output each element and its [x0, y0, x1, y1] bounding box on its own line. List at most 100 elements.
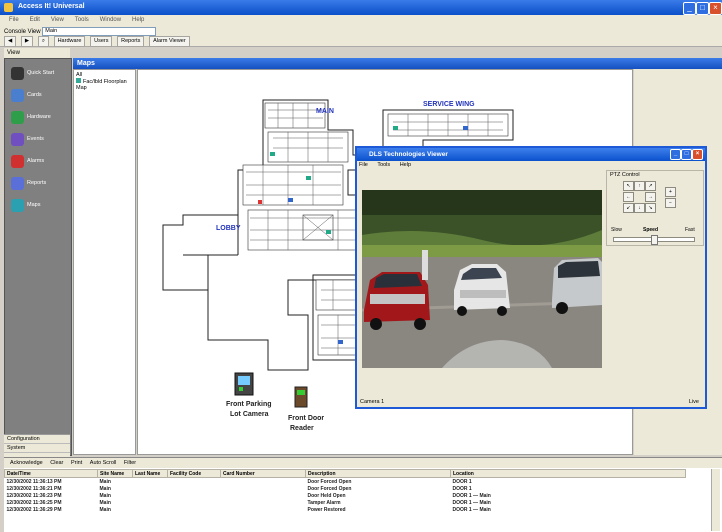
nav-item-reports[interactable]: Reports — [11, 175, 69, 193]
table-cell — [168, 492, 221, 499]
table-cell: 12/30/2002 11:36:23 PM — [6, 492, 62, 499]
table-cell: DOOR 1 — [452, 478, 472, 485]
table-cell — [221, 506, 306, 513]
reports-icon — [11, 177, 24, 190]
reader-label-line1: Front Door — [288, 415, 324, 422]
menu-help[interactable]: Help — [132, 15, 144, 26]
menu-window[interactable]: Window — [100, 15, 121, 26]
reports-button[interactable]: Reports — [117, 36, 145, 47]
nav-item-hardware[interactable]: Hardware — [11, 109, 69, 127]
viewer-menu-tools[interactable]: Tools — [377, 162, 390, 168]
col-description[interactable]: Description — [305, 469, 451, 478]
acknowledge-button[interactable]: Acknowledge — [10, 460, 43, 466]
col-datetime[interactable]: Date/Time — [4, 469, 98, 478]
event-table-header: Date/Time Site Name Last Name Facility C… — [4, 469, 686, 478]
filter-button[interactable]: Filter — [124, 460, 136, 466]
table-cell: DOOR 1 — [452, 485, 472, 492]
clear-button[interactable]: Clear — [50, 460, 63, 466]
alarm-icon — [11, 155, 24, 168]
hardware-button[interactable]: Hardware — [53, 36, 86, 47]
speed-slider-thumb[interactable] — [651, 235, 658, 245]
nav-item-quick-start[interactable]: Quick Start — [11, 65, 69, 83]
table-row[interactable]: 12/30/2002 11:36:23 PM Main Door Held Open… — [5, 492, 686, 499]
alarm-viewer-button[interactable]: Alarm Viewer — [149, 36, 190, 47]
table-cell — [133, 492, 168, 499]
table-cell — [168, 499, 221, 506]
table-cell: Tamper Alarm — [307, 499, 341, 506]
ptz-down-right-icon[interactable]: ↘ — [645, 203, 656, 213]
quick-start-icon — [11, 67, 24, 80]
table-row[interactable]: 12/30/2002 11:36:21 PM Main Door Forced Op… — [5, 485, 686, 492]
nav-item-maps[interactable]: Maps — [11, 197, 69, 215]
ptz-up-right-icon[interactable]: ↗ — [645, 181, 656, 191]
zoom-out-icon[interactable]: − — [665, 198, 676, 208]
camera-viewer-window[interactable]: DLS Technologies Viewer _ □ × File Tools… — [355, 146, 707, 409]
ptz-left-icon[interactable]: ← — [623, 192, 634, 202]
camera-label-line2: Lot Camera — [230, 411, 269, 418]
forward-icon[interactable]: ▶ — [20, 36, 34, 47]
users-button[interactable]: Users — [90, 36, 113, 47]
tree-item[interactable]: Fac/lbld Floorplan Map — [74, 78, 135, 91]
tree-item-label: Fac/lbld Floorplan Map — [76, 79, 127, 91]
table-cell: DOOR 1 — Main — [452, 492, 491, 499]
viewer-menu-file[interactable]: File — [359, 162, 368, 168]
speed-slider[interactable] — [613, 235, 695, 245]
speed-min-label: Slow — [611, 227, 622, 233]
menu-tools[interactable]: Tools — [75, 15, 89, 26]
col-lastname[interactable]: Last Name — [132, 469, 168, 478]
window-titlebar: Access It! Universal _ □ × — [0, 0, 722, 15]
menu-bar: File Edit View Tools Window Help — [0, 15, 722, 26]
event-grid: Acknowledge Clear Print Auto Scroll Filt… — [4, 457, 722, 532]
table-cell: Power Restored — [307, 506, 346, 513]
table-row[interactable]: 12/30/2002 11:36:13 PM Main Door Forced Op… — [5, 478, 686, 486]
app-icon — [4, 3, 13, 12]
viewer-maximize-icon[interactable]: □ — [681, 149, 692, 160]
viewer-status-right: Live — [688, 399, 699, 405]
viewer-title: DLS Technologies Viewer — [369, 151, 448, 158]
table-row[interactable]: 12/30/2002 11:36:29 PM Main Power Restored… — [5, 506, 686, 513]
table-cell — [168, 506, 221, 513]
viewer-minimize-icon[interactable]: _ — [670, 149, 681, 160]
ptz-right-icon[interactable]: → — [645, 192, 656, 202]
ptz-up-left-icon[interactable]: ↖ — [623, 181, 634, 191]
parking-lot-scene — [362, 190, 602, 368]
col-card[interactable]: Card Number — [220, 469, 306, 478]
ptz-up-icon[interactable]: ↑ — [634, 181, 645, 191]
map-node-icon — [76, 78, 81, 83]
back-icon[interactable]: ◀ — [4, 36, 17, 47]
ptz-down-icon[interactable]: ↓ — [634, 203, 645, 213]
reader-icon — [294, 386, 308, 408]
table-row[interactable]: 12/30/2002 11:36:25 PM Main Tamper Alarm DO… — [5, 499, 686, 506]
auto-scroll-button[interactable]: Auto Scroll — [90, 460, 117, 466]
close-icon[interactable]: × — [709, 2, 722, 15]
print-button[interactable]: Print — [71, 460, 82, 466]
menu-view[interactable]: View — [51, 15, 64, 26]
white-car — [454, 264, 510, 316]
viewer-menu-help[interactable]: Help — [400, 162, 411, 168]
table-cell — [221, 492, 306, 499]
menu-edit[interactable]: Edit — [30, 15, 40, 26]
event-table: Date/Time Site Name Last Name Facility C… — [4, 469, 686, 513]
nav-item-cards[interactable]: Cards — [11, 87, 69, 105]
col-facility[interactable]: Facility Code — [167, 469, 221, 478]
search-icon[interactable]: ⌕ — [37, 36, 49, 47]
nav-configuration[interactable]: Configuration — [4, 435, 70, 444]
viewer-close-icon[interactable]: × — [692, 149, 703, 160]
event-toolbar: Acknowledge Clear Print Auto Scroll Filt… — [4, 458, 722, 468]
ptz-down-left-icon[interactable]: ↙ — [623, 203, 634, 213]
ptz-title: PTZ Control — [610, 172, 640, 178]
minimize-icon[interactable]: _ — [683, 2, 696, 15]
nav-item-events[interactable]: Events — [11, 131, 69, 149]
table-cell — [221, 478, 306, 486]
nav-system[interactable]: System — [4, 444, 70, 453]
event-scrollbar[interactable] — [711, 469, 720, 531]
menu-file[interactable]: File — [9, 15, 19, 26]
col-site[interactable]: Site Name — [97, 469, 133, 478]
maximize-icon[interactable]: □ — [696, 2, 709, 15]
tree-root[interactable]: All — [74, 70, 135, 78]
nav-item-alarms[interactable]: Alarms — [11, 153, 69, 171]
camera-video-feed[interactable] — [362, 190, 602, 368]
col-location[interactable]: Location — [450, 469, 686, 478]
zoom-in-icon[interactable]: + — [665, 187, 676, 197]
console-select[interactable]: Main — [42, 27, 157, 36]
